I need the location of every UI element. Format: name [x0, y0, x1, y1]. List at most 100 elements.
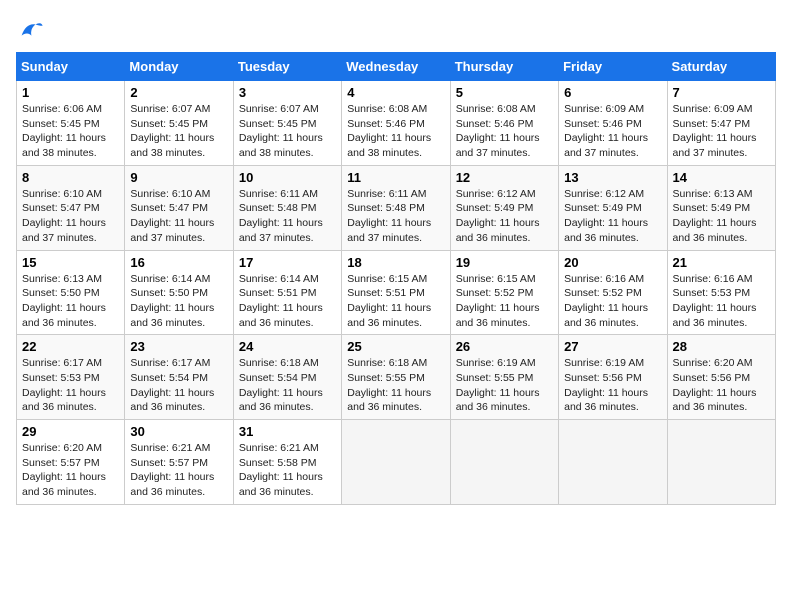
calendar-cell: 7 Sunrise: 6:09 AM Sunset: 5:47 PM Daylig… — [667, 81, 775, 166]
calendar-cell: 24 Sunrise: 6:18 AM Sunset: 5:54 PM Dayli… — [233, 335, 341, 420]
calendar-cell: 2 Sunrise: 6:07 AM Sunset: 5:45 PM Daylig… — [125, 81, 233, 166]
calendar-week-4: 22 Sunrise: 6:17 AM Sunset: 5:53 PM Dayli… — [17, 335, 776, 420]
calendar-cell: 1 Sunrise: 6:06 AM Sunset: 5:45 PM Daylig… — [17, 81, 125, 166]
day-info: Sunrise: 6:21 AM Sunset: 5:57 PM Dayligh… — [130, 441, 227, 500]
day-info: Sunrise: 6:08 AM Sunset: 5:46 PM Dayligh… — [347, 102, 444, 161]
day-number: 9 — [130, 170, 227, 185]
calendar-cell: 19 Sunrise: 6:15 AM Sunset: 5:52 PM Dayli… — [450, 250, 558, 335]
day-info: Sunrise: 6:07 AM Sunset: 5:45 PM Dayligh… — [130, 102, 227, 161]
calendar-cell: 11 Sunrise: 6:11 AM Sunset: 5:48 PM Dayli… — [342, 165, 450, 250]
calendar-cell: 31 Sunrise: 6:21 AM Sunset: 5:58 PM Dayli… — [233, 420, 341, 505]
day-info: Sunrise: 6:10 AM Sunset: 5:47 PM Dayligh… — [22, 187, 119, 246]
weekday-header-wednesday: Wednesday — [342, 53, 450, 81]
calendar-week-2: 8 Sunrise: 6:10 AM Sunset: 5:47 PM Daylig… — [17, 165, 776, 250]
calendar-cell: 18Sunrise: 6:15 AM Sunset: 5:51 PM Dayli… — [342, 250, 450, 335]
day-number: 15 — [22, 255, 119, 270]
day-number: 1 — [22, 85, 119, 100]
day-info: Sunrise: 6:13 AM Sunset: 5:49 PM Dayligh… — [673, 187, 770, 246]
day-info: Sunrise: 6:13 AM Sunset: 5:50 PM Dayligh… — [22, 272, 119, 331]
calendar-cell: 10 Sunrise: 6:11 AM Sunset: 5:48 PM Dayli… — [233, 165, 341, 250]
weekday-header-friday: Friday — [559, 53, 667, 81]
day-number: 19 — [456, 255, 553, 270]
calendar-cell: 28Sunrise: 6:20 AM Sunset: 5:56 PM Dayli… — [667, 335, 775, 420]
calendar-week-1: 1 Sunrise: 6:06 AM Sunset: 5:45 PM Daylig… — [17, 81, 776, 166]
day-number: 11 — [347, 170, 444, 185]
day-number: 29 — [22, 424, 119, 439]
day-info: Sunrise: 6:17 AM Sunset: 5:53 PM Dayligh… — [22, 356, 119, 415]
day-info: Sunrise: 6:18 AM Sunset: 5:55 PM Dayligh… — [347, 356, 444, 415]
calendar-cell — [559, 420, 667, 505]
calendar-cell: 13Sunrise: 6:12 AM Sunset: 5:49 PM Dayli… — [559, 165, 667, 250]
weekday-header-monday: Monday — [125, 53, 233, 81]
weekday-header-thursday: Thursday — [450, 53, 558, 81]
day-info: Sunrise: 6:19 AM Sunset: 5:56 PM Dayligh… — [564, 356, 661, 415]
day-number: 22 — [22, 339, 119, 354]
day-number: 17 — [239, 255, 336, 270]
day-number: 3 — [239, 85, 336, 100]
calendar-cell: 9 Sunrise: 6:10 AM Sunset: 5:47 PM Daylig… — [125, 165, 233, 250]
calendar-cell — [450, 420, 558, 505]
day-number: 18 — [347, 255, 444, 270]
day-number: 4 — [347, 85, 444, 100]
day-info: Sunrise: 6:14 AM Sunset: 5:51 PM Dayligh… — [239, 272, 336, 331]
day-number: 30 — [130, 424, 227, 439]
calendar-cell: 27Sunrise: 6:19 AM Sunset: 5:56 PM Dayli… — [559, 335, 667, 420]
day-info: Sunrise: 6:06 AM Sunset: 5:45 PM Dayligh… — [22, 102, 119, 161]
calendar-cell: 20Sunrise: 6:16 AM Sunset: 5:52 PM Dayli… — [559, 250, 667, 335]
day-info: Sunrise: 6:19 AM Sunset: 5:55 PM Dayligh… — [456, 356, 553, 415]
day-info: Sunrise: 6:10 AM Sunset: 5:47 PM Dayligh… — [130, 187, 227, 246]
calendar-table: SundayMondayTuesdayWednesdayThursdayFrid… — [16, 52, 776, 505]
calendar-week-5: 29Sunrise: 6:20 AM Sunset: 5:57 PM Dayli… — [17, 420, 776, 505]
day-number: 31 — [239, 424, 336, 439]
day-info: Sunrise: 6:16 AM Sunset: 5:53 PM Dayligh… — [673, 272, 770, 331]
calendar-cell: 21 Sunrise: 6:16 AM Sunset: 5:53 PM Dayli… — [667, 250, 775, 335]
weekday-header-saturday: Saturday — [667, 53, 775, 81]
calendar-cell: 12 Sunrise: 6:12 AM Sunset: 5:49 PM Dayli… — [450, 165, 558, 250]
logo-bird-icon — [16, 16, 44, 44]
calendar-cell: 15 Sunrise: 6:13 AM Sunset: 5:50 PM Dayli… — [17, 250, 125, 335]
calendar-cell: 23Sunrise: 6:17 AM Sunset: 5:54 PM Dayli… — [125, 335, 233, 420]
day-info: Sunrise: 6:09 AM Sunset: 5:46 PM Dayligh… — [564, 102, 661, 161]
calendar-cell: 17 Sunrise: 6:14 AM Sunset: 5:51 PM Dayli… — [233, 250, 341, 335]
calendar-cell: 30 Sunrise: 6:21 AM Sunset: 5:57 PM Dayli… — [125, 420, 233, 505]
calendar-cell: 8 Sunrise: 6:10 AM Sunset: 5:47 PM Daylig… — [17, 165, 125, 250]
day-info: Sunrise: 6:12 AM Sunset: 5:49 PM Dayligh… — [564, 187, 661, 246]
day-info: Sunrise: 6:11 AM Sunset: 5:48 PM Dayligh… — [347, 187, 444, 246]
day-number: 25 — [347, 339, 444, 354]
day-info: Sunrise: 6:18 AM Sunset: 5:54 PM Dayligh… — [239, 356, 336, 415]
day-number: 20 — [564, 255, 661, 270]
weekday-header-row: SundayMondayTuesdayWednesdayThursdayFrid… — [17, 53, 776, 81]
weekday-header-tuesday: Tuesday — [233, 53, 341, 81]
day-number: 23 — [130, 339, 227, 354]
day-info: Sunrise: 6:07 AM Sunset: 5:45 PM Dayligh… — [239, 102, 336, 161]
day-number: 12 — [456, 170, 553, 185]
day-number: 7 — [673, 85, 770, 100]
calendar-cell: 16Sunrise: 6:14 AM Sunset: 5:50 PM Dayli… — [125, 250, 233, 335]
day-number: 2 — [130, 85, 227, 100]
day-number: 10 — [239, 170, 336, 185]
day-info: Sunrise: 6:09 AM Sunset: 5:47 PM Dayligh… — [673, 102, 770, 161]
day-number: 14 — [673, 170, 770, 185]
calendar-cell — [667, 420, 775, 505]
logo — [16, 16, 48, 44]
day-info: Sunrise: 6:20 AM Sunset: 5:56 PM Dayligh… — [673, 356, 770, 415]
calendar-week-3: 15 Sunrise: 6:13 AM Sunset: 5:50 PM Dayli… — [17, 250, 776, 335]
day-info: Sunrise: 6:08 AM Sunset: 5:46 PM Dayligh… — [456, 102, 553, 161]
day-info: Sunrise: 6:11 AM Sunset: 5:48 PM Dayligh… — [239, 187, 336, 246]
day-number: 24 — [239, 339, 336, 354]
calendar-header: SundayMondayTuesdayWednesdayThursdayFrid… — [17, 53, 776, 81]
day-number: 16 — [130, 255, 227, 270]
day-info: Sunrise: 6:21 AM Sunset: 5:58 PM Dayligh… — [239, 441, 336, 500]
day-info: Sunrise: 6:12 AM Sunset: 5:49 PM Dayligh… — [456, 187, 553, 246]
day-number: 21 — [673, 255, 770, 270]
calendar-cell: 5 Sunrise: 6:08 AM Sunset: 5:46 PM Daylig… — [450, 81, 558, 166]
day-number: 8 — [22, 170, 119, 185]
calendar-cell: 6Sunrise: 6:09 AM Sunset: 5:46 PM Daylig… — [559, 81, 667, 166]
calendar-cell: 14 Sunrise: 6:13 AM Sunset: 5:49 PM Dayli… — [667, 165, 775, 250]
day-info: Sunrise: 6:15 AM Sunset: 5:52 PM Dayligh… — [456, 272, 553, 331]
day-number: 5 — [456, 85, 553, 100]
calendar-cell: 22 Sunrise: 6:17 AM Sunset: 5:53 PM Dayli… — [17, 335, 125, 420]
day-number: 26 — [456, 339, 553, 354]
calendar-cell: 29Sunrise: 6:20 AM Sunset: 5:57 PM Dayli… — [17, 420, 125, 505]
calendar-cell: 4 Sunrise: 6:08 AM Sunset: 5:46 PM Daylig… — [342, 81, 450, 166]
